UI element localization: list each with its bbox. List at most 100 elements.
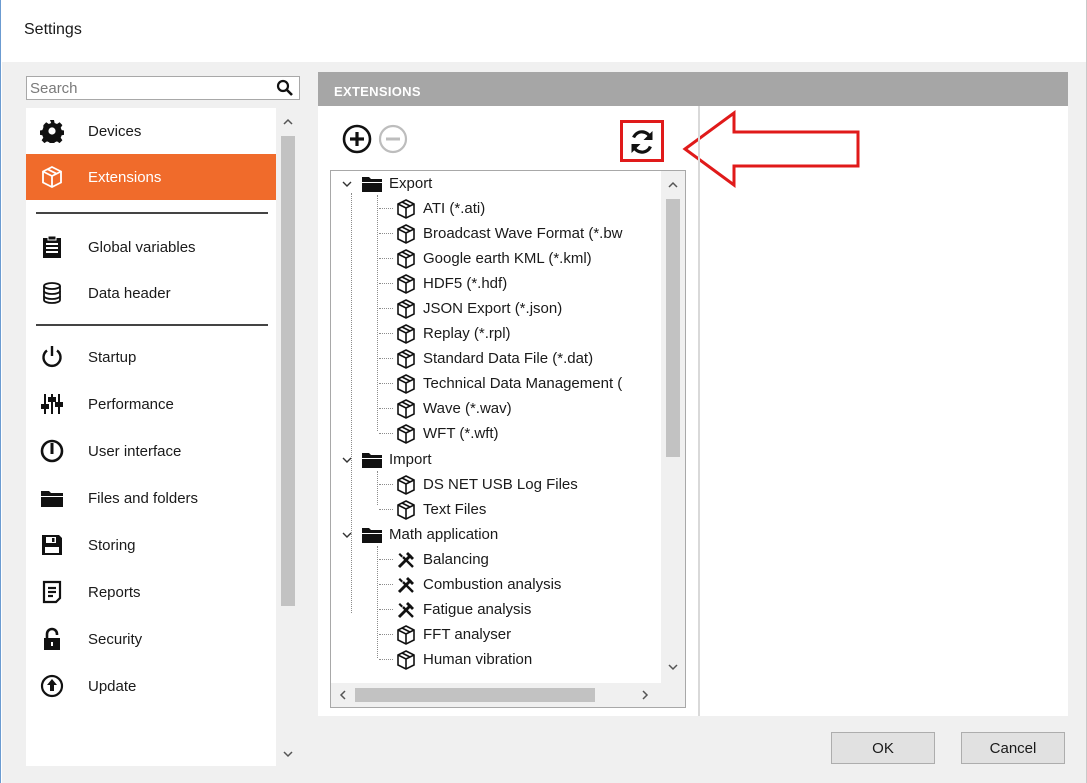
tree-horizontal-scrollbar[interactable] — [331, 683, 661, 707]
search-box — [26, 76, 300, 100]
tree-item-label: ATI (*.ati) — [423, 200, 486, 217]
sidebar-item-extensions[interactable]: Extensions — [26, 154, 276, 200]
sidebar-scrollbar[interactable] — [276, 108, 300, 766]
tree-connector — [379, 233, 393, 234]
package-icon — [395, 323, 417, 345]
tree-item-label: Text Files — [423, 501, 487, 518]
add-extension-button[interactable] — [342, 124, 372, 154]
tools-icon — [395, 599, 417, 621]
tree-item-label: Google earth KML (*.kml) — [423, 250, 592, 267]
folder-icon — [40, 486, 64, 510]
package-icon — [395, 423, 417, 445]
tree-connector — [379, 433, 393, 434]
save-icon — [40, 533, 64, 557]
tree-group-label: Export — [389, 175, 433, 192]
chevron-down-icon[interactable] — [341, 178, 353, 190]
tree-vertical-scrollbar[interactable] — [661, 171, 685, 683]
tree-item[interactable]: Balancing — [379, 547, 489, 572]
tree-item[interactable]: Replay (*.rpl) — [379, 321, 511, 346]
remove-extension-button[interactable] — [378, 124, 408, 154]
sidebar-item-update[interactable]: Update — [26, 663, 276, 709]
package-icon — [395, 348, 417, 370]
tree-item-label: JSON Export (*.json) — [423, 300, 563, 317]
tree-item-label: Replay (*.rpl) — [423, 325, 511, 342]
report-icon — [40, 580, 64, 604]
tree-item[interactable]: WFT (*.wft) — [379, 421, 499, 446]
scrollbar-thumb[interactable] — [355, 688, 595, 702]
section-header: EXTENSIONS — [318, 72, 1068, 106]
tree-connector — [379, 258, 393, 259]
sidebar-item-data-header[interactable]: Data header — [26, 270, 276, 316]
tree-group-label: Import — [389, 451, 432, 468]
package-icon — [395, 248, 417, 270]
window-body: Devices Extensions Global variables Data — [2, 62, 1086, 783]
sidebar-item-reports[interactable]: Reports — [26, 569, 276, 615]
tree-group-export[interactable]: Export — [341, 171, 432, 196]
sidebar-item-user-interface[interactable]: User interface — [26, 428, 276, 474]
update-icon — [40, 674, 64, 698]
tree-item-label: WFT (*.wft) — [423, 425, 499, 442]
tree-item-label: Standard Data File (*.dat) — [423, 350, 594, 367]
tree-group-import[interactable]: Import — [341, 447, 432, 472]
tree-item[interactable]: Broadcast Wave Format (*.bw — [379, 221, 623, 246]
window-title: Settings — [24, 21, 82, 38]
tree-item-label: Combustion analysis — [423, 576, 562, 593]
divider — [36, 212, 268, 214]
chevron-up-icon[interactable] — [282, 116, 294, 128]
tree-item[interactable]: Combustion analysis — [379, 572, 561, 597]
chevron-down-icon[interactable] — [282, 748, 294, 760]
sidebar-item-storing[interactable]: Storing — [26, 522, 276, 568]
search-icon[interactable] — [276, 79, 294, 97]
tools-icon — [395, 574, 417, 596]
sidebar-item-security[interactable]: Security — [26, 616, 276, 662]
divider — [36, 324, 268, 326]
chevron-right-icon[interactable] — [639, 689, 651, 701]
package-icon — [40, 165, 64, 189]
sidebar-item-label: Extensions — [88, 168, 162, 186]
tree-connector — [379, 283, 393, 284]
tree-group-math-application[interactable]: Math application — [341, 522, 498, 547]
ok-button[interactable]: OK — [831, 732, 935, 764]
cancel-button[interactable]: Cancel — [961, 732, 1065, 764]
tree-item[interactable]: Wave (*.wav) — [379, 396, 512, 421]
chevron-down-icon[interactable] — [341, 529, 353, 541]
sidebar-item-files-and-folders[interactable]: Files and folders — [26, 475, 276, 521]
tree-connector — [379, 333, 393, 334]
sidebar-item-devices[interactable]: Devices — [26, 108, 276, 154]
search-input[interactable] — [30, 78, 270, 98]
refresh-icon — [631, 130, 653, 154]
tree-connector — [351, 193, 352, 613]
tree-connector — [379, 659, 393, 660]
tree-item[interactable]: HDF5 (*.hdf) — [379, 271, 507, 296]
scrollbar-corner — [661, 683, 685, 707]
sidebar-item-startup[interactable]: Startup — [26, 334, 276, 380]
tree-item[interactable]: Fatigue analysis — [379, 597, 531, 622]
tree-item[interactable]: Technical Data Management ( — [379, 371, 622, 396]
sidebar-item-performance[interactable]: Performance — [26, 381, 276, 427]
folder-icon — [361, 173, 383, 195]
tree-item[interactable]: Text Files — [379, 497, 486, 522]
sidebar-item-label: Data header — [88, 284, 171, 302]
sidebar-item-global-variables[interactable]: Global variables — [26, 224, 276, 270]
sidebar-item-label: Devices — [88, 122, 142, 140]
tree-item[interactable]: FFT analyser — [379, 622, 511, 647]
scrollbar-thumb[interactable] — [666, 199, 680, 457]
chevron-down-icon[interactable] — [667, 661, 679, 673]
refresh-button[interactable] — [620, 120, 664, 162]
lock-icon — [40, 627, 64, 651]
chevron-up-icon[interactable] — [667, 179, 679, 191]
tree-item[interactable]: DS NET USB Log Files — [379, 472, 578, 497]
tree-item[interactable]: Standard Data File (*.dat) — [379, 346, 593, 371]
scrollbar-thumb[interactable] — [281, 136, 295, 606]
tree-item[interactable]: Google earth KML (*.kml) — [379, 246, 592, 271]
chevron-down-icon[interactable] — [341, 454, 353, 466]
tree-item[interactable]: JSON Export (*.json) — [379, 296, 562, 321]
package-icon — [395, 499, 417, 521]
chevron-left-icon[interactable] — [337, 689, 349, 701]
tree-item-label: Technical Data Management ( — [423, 375, 623, 392]
tree-item-label: Human vibration — [423, 651, 533, 668]
sidebar-item-label: User interface — [88, 442, 182, 460]
tree-connector — [377, 546, 378, 658]
tree-item[interactable]: ATI (*.ati) — [379, 196, 485, 221]
tree-item[interactable]: Human vibration — [379, 647, 532, 672]
